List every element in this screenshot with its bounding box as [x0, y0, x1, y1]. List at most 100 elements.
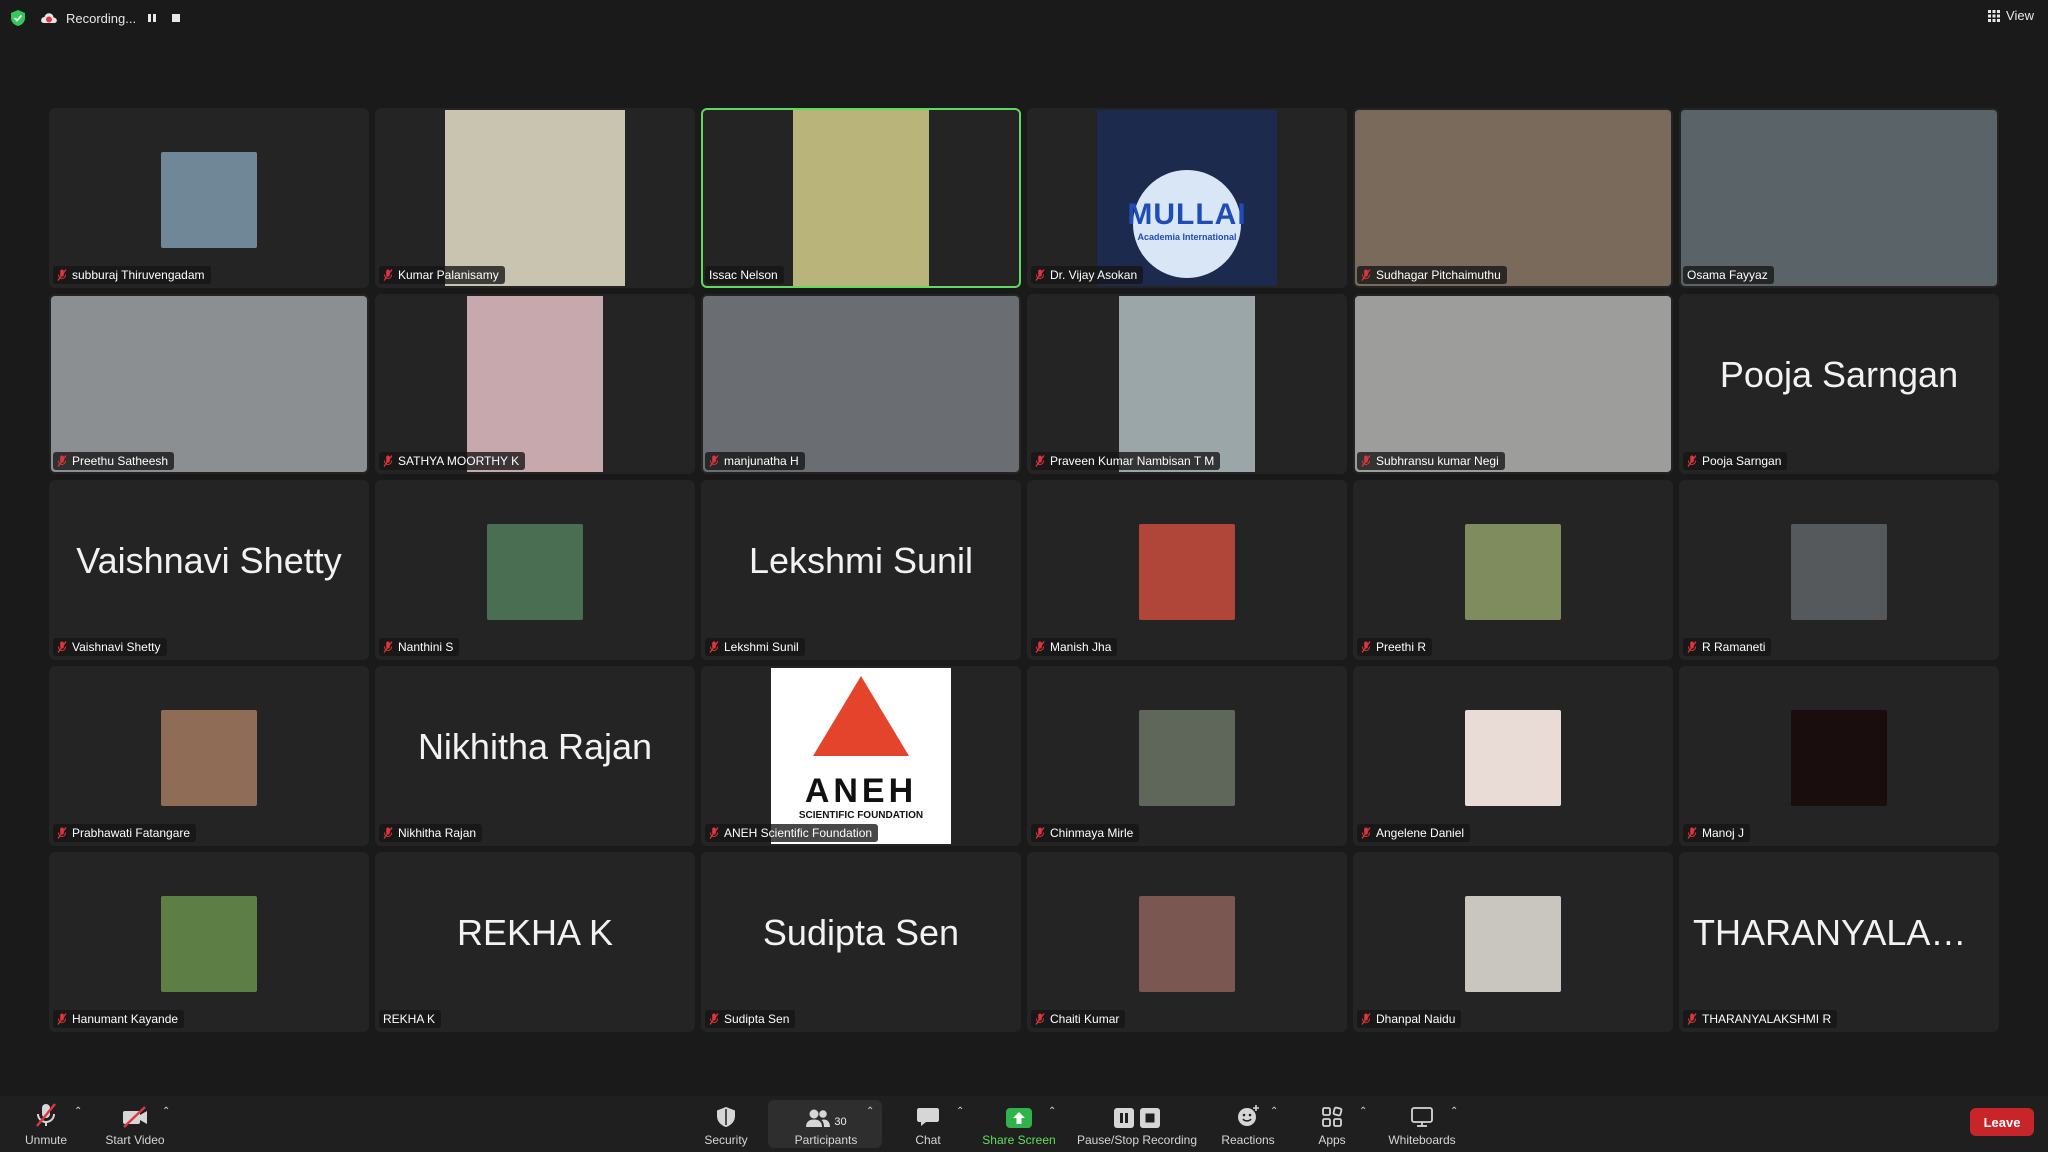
participant-tile[interactable]: Kumar Palanisamy — [375, 108, 695, 288]
participant-name-tag: Osama Fayyaz — [1683, 266, 1774, 284]
reactions-button[interactable]: Reactions — [1218, 1096, 1278, 1152]
video-options-chevron-icon[interactable]: ⌃ — [162, 1106, 170, 1117]
participant-tile[interactable]: R Ramaneti — [1679, 480, 1999, 660]
participant-video — [1355, 110, 1671, 286]
participant-tile[interactable]: MULLAI Academia International Dr. Vijay As… — [1027, 108, 1347, 288]
participant-name: R Ramaneti — [1702, 640, 1766, 654]
participant-name: Issac Nelson — [709, 268, 778, 282]
participant-gallery: subburaj Thiruvengadam Kumar Palanisamy Is… — [49, 108, 1999, 1032]
participant-name: Nanthini S — [398, 640, 454, 654]
muted-microphone-icon — [1687, 455, 1697, 467]
whiteboards-options-chevron-icon[interactable]: ⌃ — [1450, 1106, 1458, 1117]
pause-stop-recording-button[interactable]: Pause/Stop Recording — [1072, 1096, 1202, 1152]
cloud-recording-icon — [41, 13, 57, 23]
participant-name: Manish Jha — [1050, 640, 1112, 654]
participant-tile[interactable]: Preethi R — [1353, 480, 1673, 660]
stop-recording-icon[interactable] — [168, 10, 184, 26]
participants-options-chevron-icon[interactable]: ⌃ — [866, 1106, 874, 1117]
participant-tile[interactable]: ANEH SCIENTIFIC FOUNDATION ANEH Scientific… — [701, 666, 1021, 846]
triangle-logo-icon — [813, 676, 909, 756]
participant-display-name: Nikhitha Rajan — [417, 726, 653, 767]
participant-tile[interactable]: manjunatha H — [701, 294, 1021, 474]
security-button[interactable]: Security — [700, 1096, 752, 1152]
participants-icon — [806, 1109, 831, 1127]
participant-tile[interactable]: REKHA K REKHA K — [375, 852, 695, 1032]
muted-microphone-icon — [1035, 269, 1045, 281]
muted-microphone-icon — [383, 827, 393, 839]
profile-picture — [1139, 524, 1235, 620]
participant-video — [1119, 296, 1255, 472]
muted-microphone-icon — [57, 1013, 67, 1025]
participant-name: ANEH Scientific Foundation — [724, 826, 873, 840]
unmute-button[interactable]: Unmute — [18, 1096, 74, 1152]
participant-tile[interactable]: Nikhitha Rajan Nikhitha Rajan — [375, 666, 695, 846]
participant-name-tag: manjunatha H — [705, 452, 805, 470]
stop-icon — [1140, 1108, 1160, 1128]
participant-tile[interactable]: subburaj Thiruvengadam — [49, 108, 369, 288]
participant-tile[interactable]: Chinmaya Mirle — [1027, 666, 1347, 846]
participant-name-tag: SATHYA MOORTHY K — [379, 452, 526, 470]
apps-button[interactable]: Apps — [1306, 1096, 1358, 1152]
participant-tile[interactable]: Manoj J — [1679, 666, 1999, 846]
encryption-shield-icon[interactable] — [10, 9, 26, 27]
participant-tile[interactable]: Pooja Sarngan Pooja Sarngan — [1679, 294, 1999, 474]
start-video-button[interactable]: Start Video — [100, 1096, 170, 1152]
participant-name-tag: Pooja Sarngan — [1683, 452, 1788, 470]
participant-name-tag: Preethu Satheesh — [53, 452, 175, 470]
participant-tile[interactable]: Osama Fayyaz — [1679, 108, 1999, 288]
participants-count: 30 — [834, 1116, 847, 1128]
muted-microphone-icon — [1687, 641, 1697, 653]
share-options-chevron-icon[interactable]: ⌃ — [1048, 1106, 1056, 1117]
participant-tile[interactable]: Sudhagar Pitchaimuthu — [1353, 108, 1673, 288]
share-screen-button[interactable]: Share Screen — [978, 1096, 1060, 1152]
participant-tile[interactable]: Issac Nelson — [701, 108, 1021, 288]
participant-tile[interactable]: Sudipta Sen Sudipta Sen — [701, 852, 1021, 1032]
participant-video — [467, 296, 603, 472]
participant-tile[interactable]: Preethu Satheesh — [49, 294, 369, 474]
participant-tile[interactable]: SATHYA MOORTHY K — [375, 294, 695, 474]
participant-tile[interactable]: Lekshmi Sunil Lekshmi Sunil — [701, 480, 1021, 660]
participant-display-name: Sudipta Sen — [762, 912, 960, 953]
participant-tile[interactable]: Angelene Daniel — [1353, 666, 1673, 846]
participant-tile[interactable]: Dhanpal Naidu — [1353, 852, 1673, 1032]
participant-tile[interactable]: THARANYALAKS... THARANYALAKSHMI R — [1679, 852, 1999, 1032]
apps-label: Apps — [1318, 1133, 1346, 1147]
participant-tile[interactable]: Subhransu kumar Negi — [1353, 294, 1673, 474]
muted-microphone-icon — [1687, 827, 1697, 839]
participants-button[interactable]: 30 Participants — [786, 1096, 866, 1152]
participant-name-tag: Preethi R — [1357, 638, 1433, 656]
participant-video — [793, 110, 929, 286]
meeting-top-bar: Recording... View — [0, 0, 2048, 36]
participant-name: Chinmaya Mirle — [1050, 826, 1134, 840]
participant-name: Prabhawati Fatangare — [72, 826, 191, 840]
muted-microphone-icon — [1361, 269, 1371, 281]
participant-name: Nikhitha Rajan — [398, 826, 477, 840]
participant-tile[interactable]: Hanumant Kayande — [49, 852, 369, 1032]
whiteboards-button[interactable]: Whiteboards — [1382, 1096, 1462, 1152]
profile-picture — [161, 896, 257, 992]
profile-picture — [487, 524, 583, 620]
participant-tile[interactable]: Vaishnavi Shetty Vaishnavi Shetty — [49, 480, 369, 660]
chat-label: Chat — [915, 1133, 941, 1147]
chat-button[interactable]: Chat — [904, 1096, 952, 1152]
participant-tile[interactable]: Prabhawati Fatangare — [49, 666, 369, 846]
chat-options-chevron-icon[interactable]: ⌃ — [956, 1106, 964, 1117]
audio-options-chevron-icon[interactable]: ⌃ — [74, 1106, 82, 1117]
leave-button[interactable]: Leave — [1970, 1108, 2034, 1136]
participant-video — [1681, 110, 1997, 286]
muted-microphone-icon — [1361, 1013, 1371, 1025]
apps-options-chevron-icon[interactable]: ⌃ — [1359, 1106, 1367, 1117]
muted-microphone-icon — [1035, 827, 1045, 839]
participant-tile[interactable]: Chaiti Kumar — [1027, 852, 1347, 1032]
participant-name-tag: Issac Nelson — [705, 266, 784, 284]
participant-tile[interactable]: Praveen Kumar Nambisan T M — [1027, 294, 1347, 474]
muted-microphone-icon — [709, 1013, 719, 1025]
pause-recording-icon[interactable] — [144, 10, 160, 26]
unmute-label: Unmute — [24, 1133, 68, 1147]
view-button[interactable]: View — [1988, 8, 2034, 23]
participant-tile[interactable]: Nanthini S — [375, 480, 695, 660]
participant-name-tag: Sudipta Sen — [705, 1010, 796, 1028]
participant-tile[interactable]: Manish Jha — [1027, 480, 1347, 660]
reactions-options-chevron-icon[interactable]: ⌃ — [1270, 1106, 1278, 1117]
participant-name: REKHA K — [383, 1012, 436, 1026]
